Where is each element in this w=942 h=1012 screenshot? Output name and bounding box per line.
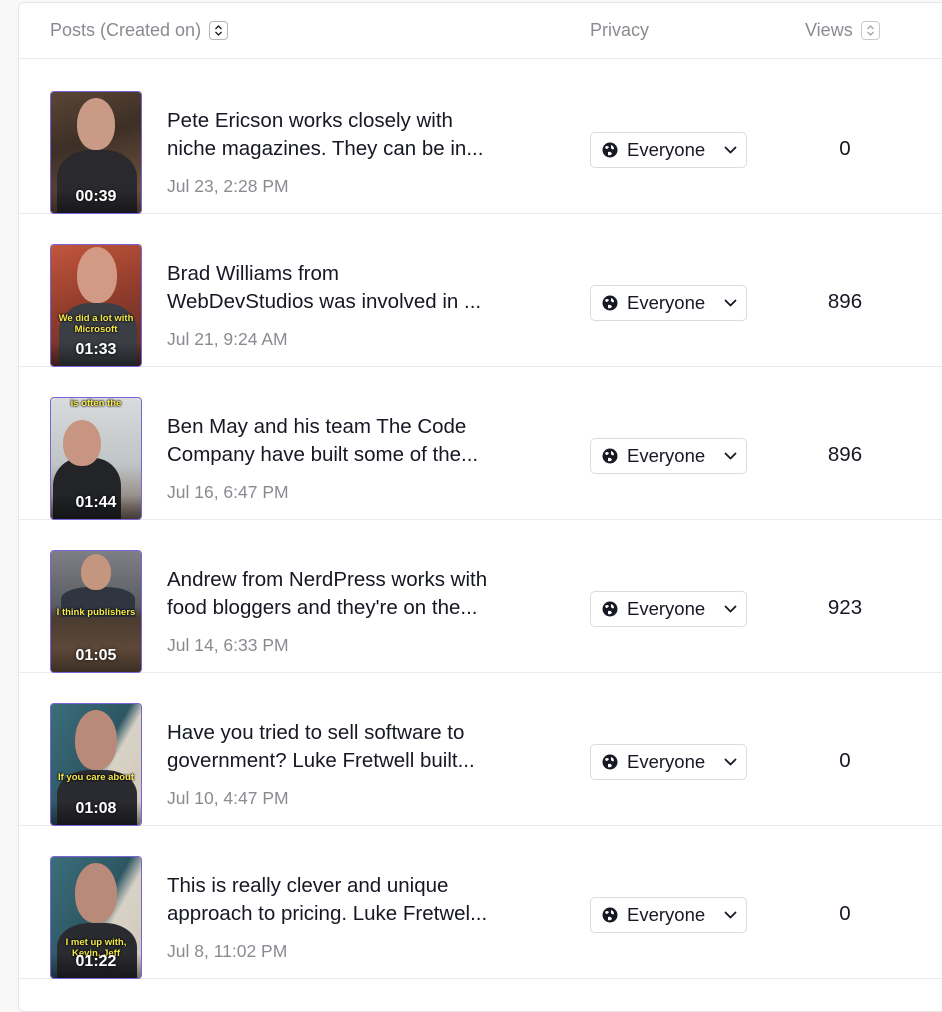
thumbnail-face bbox=[75, 863, 117, 923]
column-header-privacy: Privacy bbox=[590, 20, 649, 41]
video-caption: If you care about bbox=[57, 772, 134, 783]
post-title[interactable]: Ben May and his team The Code Company ha… bbox=[167, 413, 527, 469]
video-thumbnail[interactable]: is often the 01:44 bbox=[50, 397, 142, 520]
thumbnail-face bbox=[75, 710, 117, 770]
video-caption: I think publishers bbox=[56, 607, 136, 618]
privacy-value: Everyone bbox=[627, 598, 706, 619]
video-duration: 01:33 bbox=[75, 341, 117, 358]
thumbnail-face bbox=[63, 420, 101, 466]
chevron-down-icon bbox=[724, 146, 737, 155]
video-thumbnail[interactable]: 00:39 bbox=[50, 91, 142, 214]
chevron-down-icon bbox=[724, 299, 737, 308]
post-title[interactable]: Have you tried to sell software to gover… bbox=[167, 719, 527, 775]
privacy-dropdown[interactable]: Everyone bbox=[590, 285, 747, 321]
chevron-down-icon bbox=[724, 911, 737, 920]
table-row[interactable]: 00:39 Pete Ericson works closely with ni… bbox=[19, 60, 942, 214]
posts-column-label: Posts (Created on) bbox=[50, 20, 202, 40]
table-row[interactable]: We did a lot with Microsoft 01:33 Brad W… bbox=[19, 213, 942, 367]
privacy-dropdown[interactable]: Everyone bbox=[590, 591, 747, 627]
privacy-value: Everyone bbox=[627, 292, 706, 313]
sort-icon[interactable] bbox=[209, 21, 229, 40]
post-date: Jul 10, 4:47 PM bbox=[167, 788, 289, 808]
privacy-dropdown[interactable]: Everyone bbox=[590, 438, 747, 474]
privacy-value: Everyone bbox=[627, 751, 706, 772]
table-header: Posts (Created on) Privacy Views bbox=[19, 3, 942, 59]
posts-table: Posts (Created on) Privacy Views 00:39 P… bbox=[18, 2, 942, 1012]
globe-icon bbox=[602, 448, 618, 464]
privacy-value: Everyone bbox=[627, 445, 706, 466]
video-thumbnail[interactable]: If you care about 01:08 bbox=[50, 703, 142, 826]
post-title[interactable]: Brad Williams from WebDevStudios was inv… bbox=[167, 260, 527, 316]
views-count: 896 bbox=[827, 290, 863, 313]
table-row[interactable]: is often the 01:44 Ben May and his team … bbox=[19, 366, 942, 520]
video-thumbnail[interactable]: We did a lot with Microsoft 01:33 bbox=[50, 244, 142, 367]
privacy-dropdown[interactable]: Everyone bbox=[590, 897, 747, 933]
thumbnail-face bbox=[81, 554, 111, 590]
chevron-down-icon bbox=[724, 758, 737, 767]
views-count: 0 bbox=[839, 902, 851, 925]
post-title[interactable]: This is really clever and unique approac… bbox=[167, 872, 527, 928]
column-header-posts[interactable]: Posts (Created on) bbox=[50, 20, 229, 41]
post-date: Jul 14, 6:33 PM bbox=[167, 635, 289, 655]
post-date: Jul 23, 2:28 PM bbox=[167, 176, 289, 196]
globe-icon bbox=[602, 754, 618, 770]
globe-icon bbox=[602, 601, 618, 617]
post-title[interactable]: Pete Ericson works closely with niche ma… bbox=[167, 107, 527, 163]
table-row[interactable]: If you care about 01:08 Have you tried t… bbox=[19, 672, 942, 826]
views-count: 0 bbox=[839, 749, 851, 772]
video-thumbnail[interactable]: I think publishers 01:05 bbox=[50, 550, 142, 673]
views-count: 923 bbox=[827, 596, 863, 619]
chevron-down-icon bbox=[724, 605, 737, 614]
table-row[interactable]: I think publishers 01:05 Andrew from Ner… bbox=[19, 519, 942, 673]
chevron-down-icon bbox=[724, 452, 737, 461]
views-column-label: Views bbox=[805, 20, 853, 40]
globe-icon bbox=[602, 295, 618, 311]
video-duration: 01:44 bbox=[75, 494, 117, 511]
post-date: Jul 16, 6:47 PM bbox=[167, 482, 289, 502]
post-date: Jul 8, 11:02 PM bbox=[167, 941, 288, 961]
privacy-column-label: Privacy bbox=[590, 20, 650, 40]
video-duration: 01:22 bbox=[75, 953, 117, 970]
privacy-dropdown[interactable]: Everyone bbox=[590, 132, 747, 168]
video-duration: 01:05 bbox=[75, 647, 117, 664]
video-caption: We did a lot with Microsoft bbox=[58, 313, 134, 335]
table-row[interactable]: I met up with, Kevin, Jeff 01:22 This is… bbox=[19, 825, 942, 979]
video-duration: 00:39 bbox=[75, 188, 117, 205]
video-duration: 01:08 bbox=[75, 800, 117, 817]
privacy-value: Everyone bbox=[627, 904, 706, 925]
globe-icon bbox=[602, 907, 618, 923]
post-title[interactable]: Andrew from NerdPress works with food bl… bbox=[167, 566, 527, 622]
thumbnail-face bbox=[77, 98, 115, 150]
sort-icon[interactable] bbox=[860, 21, 880, 40]
column-header-views[interactable]: Views bbox=[805, 20, 880, 41]
globe-icon bbox=[602, 142, 618, 158]
privacy-value: Everyone bbox=[627, 139, 706, 160]
thumbnail-face bbox=[77, 247, 117, 303]
video-thumbnail[interactable]: I met up with, Kevin, Jeff 01:22 bbox=[50, 856, 142, 979]
video-caption: is often the bbox=[70, 398, 122, 409]
views-count: 896 bbox=[827, 443, 863, 466]
post-date: Jul 21, 9:24 AM bbox=[167, 329, 288, 349]
views-count: 0 bbox=[839, 137, 851, 160]
privacy-dropdown[interactable]: Everyone bbox=[590, 744, 747, 780]
